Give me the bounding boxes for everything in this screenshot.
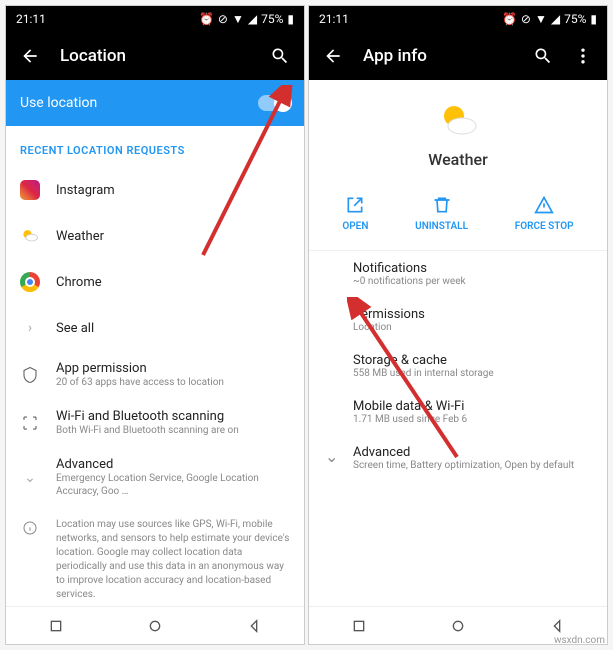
description-text: Location may use sources like GPS, Wi-Fi…	[56, 518, 290, 602]
open-icon	[345, 195, 365, 215]
page-title: Location	[60, 46, 250, 66]
notif-label: Notifications	[353, 261, 591, 276]
use-location-switch[interactable]	[258, 95, 290, 111]
adv-sub: Screen time, Battery optimization, Open …	[353, 460, 574, 471]
search-button[interactable]	[270, 46, 290, 66]
app-row-weather[interactable]: Weather	[6, 213, 304, 259]
perm-label: App permission	[56, 361, 290, 376]
app-label: Chrome	[56, 275, 290, 290]
perm-sub: Location	[353, 322, 591, 333]
see-all-row[interactable]: › See all	[6, 305, 304, 351]
chevron-down-icon: ⌄	[20, 468, 40, 488]
perm-sub: 20 of 63 apps have access to location	[56, 376, 290, 389]
battery-pct: 75%	[564, 12, 586, 26]
battery-icon: ▮	[590, 12, 597, 26]
weather-app-icon	[438, 100, 478, 140]
status-icons: ⏰ ⊘ ▼ ◢ 75% ▮	[502, 12, 597, 26]
dnd-icon: ⊘	[218, 12, 228, 26]
wifi-icon: ▼	[232, 12, 244, 26]
permissions-row[interactable]: Permissions Location	[309, 297, 607, 343]
search-button[interactable]	[533, 46, 553, 66]
app-bar: Location	[6, 32, 304, 80]
advanced-row[interactable]: ⌄ Advanced Screen time, Battery optimiza…	[309, 435, 607, 481]
data-sub: 1.71 MB used since Feb 6	[353, 414, 591, 425]
uninstall-label: UNINSTALL	[415, 221, 468, 232]
back-button[interactable]	[323, 46, 343, 66]
status-icons: ⏰ ⊘ ▼ ◢ 75% ▮	[199, 12, 294, 26]
app-name: Weather	[309, 150, 607, 169]
description-block: Location may use sources like GPS, Wi-Fi…	[6, 508, 304, 612]
nav-recents[interactable]	[348, 615, 370, 637]
open-label: OPEN	[342, 221, 368, 232]
storage-sub: 558 MB used in internal storage	[353, 368, 591, 379]
permission-icon	[20, 365, 40, 385]
notifications-row[interactable]: Notifications ~0 notifications per week	[309, 251, 607, 297]
nav-home[interactable]	[447, 615, 469, 637]
wifi-icon: ▼	[535, 12, 547, 26]
trash-icon	[432, 195, 452, 215]
storage-label: Storage & cache	[353, 353, 591, 368]
see-all-label: See all	[56, 321, 290, 336]
use-location-toggle-row[interactable]: Use location	[6, 80, 304, 126]
chrome-icon	[20, 272, 40, 292]
alarm-icon: ⏰	[502, 12, 517, 26]
app-row-instagram[interactable]: Instagram	[6, 167, 304, 213]
data-row[interactable]: Mobile data & Wi-Fi 1.71 MB used since F…	[309, 389, 607, 435]
section-header: RECENT LOCATION REQUESTS	[6, 126, 304, 167]
dnd-icon: ⊘	[521, 12, 531, 26]
status-bar: 21:11 ⏰ ⊘ ▼ ◢ 75% ▮	[6, 6, 304, 32]
warning-icon	[534, 195, 554, 215]
notif-sub: ~0 notifications per week	[353, 276, 591, 287]
signal-icon: ◢	[248, 12, 257, 26]
app-row-chrome[interactable]: Chrome	[6, 259, 304, 305]
scan-sub: Both Wi-Fi and Bluetooth scanning are on	[56, 424, 290, 437]
action-row: OPEN UNINSTALL FORCE STOP	[309, 179, 607, 251]
page-title: App info	[363, 46, 513, 66]
battery-pct: 75%	[261, 12, 283, 26]
status-time: 21:11	[16, 12, 46, 26]
nav-bar	[6, 606, 304, 644]
scan-label: Wi-Fi and Bluetooth scanning	[56, 409, 290, 424]
nav-recents[interactable]	[45, 615, 67, 637]
scanning-row[interactable]: Wi-Fi and Bluetooth scanning Both Wi-Fi …	[6, 399, 304, 447]
force-label: FORCE STOP	[515, 221, 574, 232]
status-bar: 21:11 ⏰ ⊘ ▼ ◢ 75% ▮	[309, 6, 607, 32]
overflow-button[interactable]	[573, 46, 593, 66]
app-label: Instagram	[56, 183, 290, 198]
app-hero: Weather	[309, 80, 607, 179]
force-stop-button[interactable]: FORCE STOP	[515, 195, 574, 232]
adv-label: Advanced	[353, 445, 574, 460]
info-icon	[20, 518, 40, 538]
scanning-icon	[20, 413, 40, 433]
app-bar: App info	[309, 32, 607, 80]
signal-icon: ◢	[551, 12, 560, 26]
app-permission-row[interactable]: App permission 20 of 63 apps have access…	[6, 351, 304, 399]
uninstall-button[interactable]: UNINSTALL	[415, 195, 468, 232]
instagram-icon	[20, 180, 40, 200]
advanced-row[interactable]: ⌄ Advanced Emergency Location Service, G…	[6, 447, 304, 508]
adv-label: Advanced	[56, 457, 290, 472]
data-label: Mobile data & Wi-Fi	[353, 399, 591, 414]
adv-sub: Emergency Location Service, Google Locat…	[56, 472, 290, 498]
chevron-down-icon: ⌄	[325, 445, 341, 466]
nav-back[interactable]	[546, 615, 568, 637]
phone-location-settings: 21:11 ⏰ ⊘ ▼ ◢ 75% ▮ Location Use locatio…	[5, 5, 305, 645]
app-label: Weather	[56, 229, 290, 244]
alarm-icon: ⏰	[199, 12, 214, 26]
open-button[interactable]: OPEN	[342, 195, 368, 232]
back-button[interactable]	[20, 46, 40, 66]
nav-back[interactable]	[243, 615, 265, 637]
watermark: wsxdn.com	[554, 635, 605, 646]
weather-icon	[20, 226, 40, 246]
use-location-label: Use location	[20, 95, 258, 111]
battery-icon: ▮	[287, 12, 294, 26]
nav-home[interactable]	[144, 615, 166, 637]
storage-row[interactable]: Storage & cache 558 MB used in internal …	[309, 343, 607, 389]
chevron-right-icon: ›	[20, 318, 40, 338]
status-time: 21:11	[319, 12, 349, 26]
perm-label: Permissions	[353, 307, 591, 322]
phone-app-info: 21:11 ⏰ ⊘ ▼ ◢ 75% ▮ App info Weather OPE…	[308, 5, 608, 645]
